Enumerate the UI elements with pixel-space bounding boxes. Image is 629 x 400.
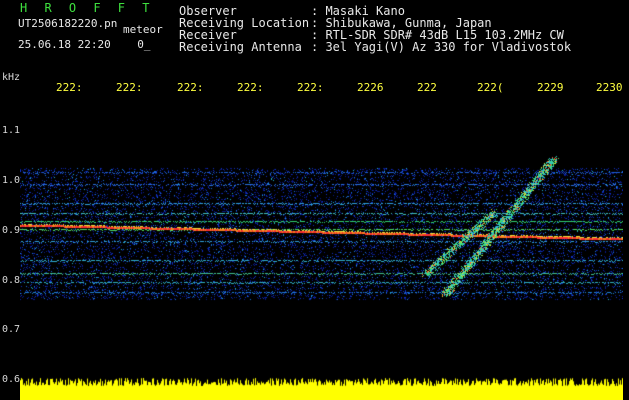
x-tick-label: 2230 (596, 81, 623, 94)
x-tick-label: 2226 (357, 81, 384, 94)
x-tick-label: 2229 (537, 81, 564, 94)
antenna-row: Receiving Antenna : 3el Yagi(V) Az 330 fo… (179, 41, 571, 53)
x-tick-label: 222: (177, 81, 204, 94)
spectrogram-canvas (20, 100, 623, 400)
x-tick-label: 222: (56, 81, 83, 94)
y-tick-label: 0.6 (2, 374, 21, 385)
y-tick-label: 1.1 (2, 125, 21, 136)
counter: 0_ (137, 38, 151, 51)
x-tick-label: 222( (477, 81, 504, 94)
y-tick-label: 0.9 (2, 225, 21, 236)
antenna-value: : 3el Yagi(V) Az 330 for Vladivostok (311, 40, 572, 54)
x-tick-label: 222: (237, 81, 264, 94)
axis-unit: kHz (2, 72, 21, 83)
antenna-label: Receiving Antenna (179, 40, 302, 54)
y-tick-label: 1.0 (2, 175, 21, 186)
file-name: UT2506182220.pn (18, 17, 118, 30)
x-tick-label: 222 (417, 81, 437, 94)
date-time: 25.06.18 22:20 (18, 38, 111, 51)
hrofft-window: H R O F F T UT2506182220.pn meteor 25.06… (0, 0, 629, 400)
x-tick-label: 222: (297, 81, 324, 94)
y-tick-label: 0.8 (2, 275, 21, 286)
y-tick-label: 0.7 (2, 324, 21, 335)
app-title: H R O F F T (20, 1, 155, 15)
file-suffix: meteor (123, 23, 163, 36)
x-tick-label: 222: (116, 81, 143, 94)
date-time-row: 25.06.18 22:20 0_ (18, 39, 150, 51)
